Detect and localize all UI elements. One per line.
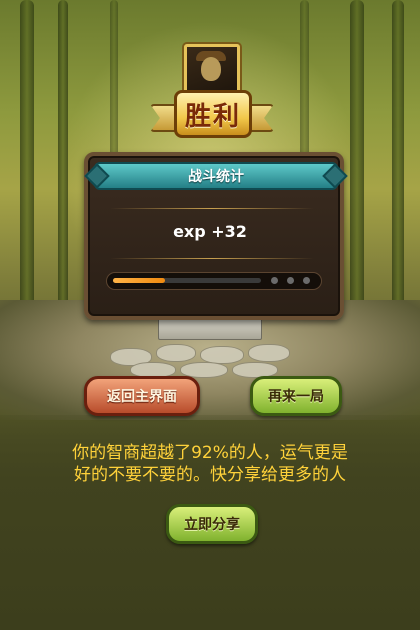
bamboo-stalk [20, 0, 34, 330]
title-bar-ornament [322, 163, 348, 189]
message-line-2: 好的不要不要的。快分享给更多的人 [74, 465, 346, 485]
bamboo-stalk [350, 0, 364, 330]
battle-stats-panel: 战斗统计 exp +32 [84, 152, 348, 320]
divider-line [110, 258, 314, 259]
exp-gain-text: exp +32 [173, 222, 247, 241]
victory-screen: 胜利 战斗统计 exp +32 返回主界面 再来一局 你的智商超越了92%的人，… [0, 0, 420, 630]
message-line-1: 你的智商超越了92%的人，运气更是 [72, 443, 348, 463]
exp-progress-track [113, 278, 261, 283]
exp-progress-fill [113, 278, 165, 283]
divider-line [110, 208, 314, 209]
bamboo-stalk [58, 0, 68, 330]
banner-plaque: 胜利 [174, 90, 252, 138]
progress-dot [287, 277, 294, 284]
paving-stone [156, 344, 196, 362]
play-again-button[interactable]: 再来一局 [250, 376, 342, 416]
victory-title: 胜利 [184, 101, 241, 132]
progress-dot [303, 277, 310, 284]
avatar-face [201, 57, 221, 81]
victory-banner: 胜利 [150, 90, 274, 138]
paving-stone [248, 344, 290, 362]
panel-title-bar: 战斗统计 [84, 162, 348, 190]
return-home-button[interactable]: 返回主界面 [84, 376, 200, 416]
title-bar-ornament [84, 163, 110, 189]
bamboo-stalk [392, 0, 404, 330]
panel-title: 战斗统计 [188, 169, 244, 185]
exp-progress-bar [106, 272, 322, 290]
share-now-button[interactable]: 立即分享 [166, 504, 258, 544]
progress-dot [271, 277, 278, 284]
result-message: 你的智商超越了92%的人，运气更是 好的不要不要的。快分享给更多的人 [30, 442, 390, 486]
